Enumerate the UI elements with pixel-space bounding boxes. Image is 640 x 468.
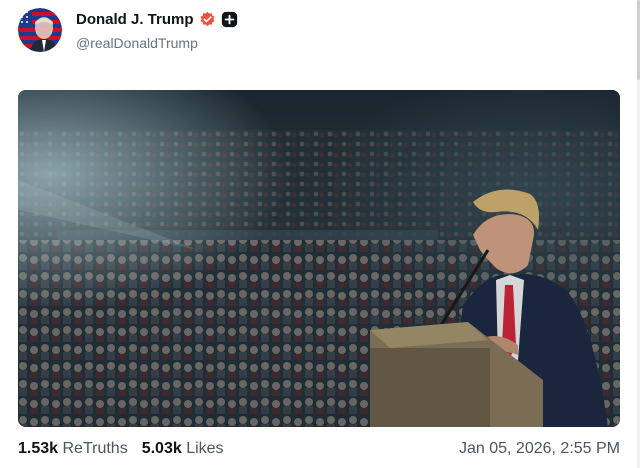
flag-portrait-avatar-icon	[18, 8, 62, 52]
retruths-label: ReTruths	[62, 440, 128, 457]
verified-badge-icon	[199, 11, 216, 28]
retruths-count: 1.53k	[18, 440, 59, 457]
post-stats: 1.53k ReTruths 5.03k Likes	[18, 440, 234, 458]
post-media-video[interactable]	[18, 90, 620, 427]
author-display-name[interactable]: Donald J. Trump	[76, 11, 194, 28]
plus-badge-icon	[221, 11, 238, 28]
post-timestamp[interactable]: Jan 05, 2026, 2:55 PM	[459, 440, 620, 458]
post-card: Donald J. Trump @realDonaldTrump 1.53k R…	[0, 0, 640, 468]
likes-label: Likes	[186, 440, 224, 457]
retruths-stat[interactable]: 1.53k ReTruths	[18, 440, 128, 458]
rally-speech-image	[18, 90, 620, 427]
likes-stat[interactable]: 5.03k Likes	[142, 440, 224, 458]
author-handle[interactable]: @realDonaldTrump	[76, 35, 198, 51]
author-name-row: Donald J. Trump	[76, 11, 238, 28]
author-avatar[interactable]	[18, 8, 62, 52]
likes-count: 5.03k	[141, 440, 182, 457]
